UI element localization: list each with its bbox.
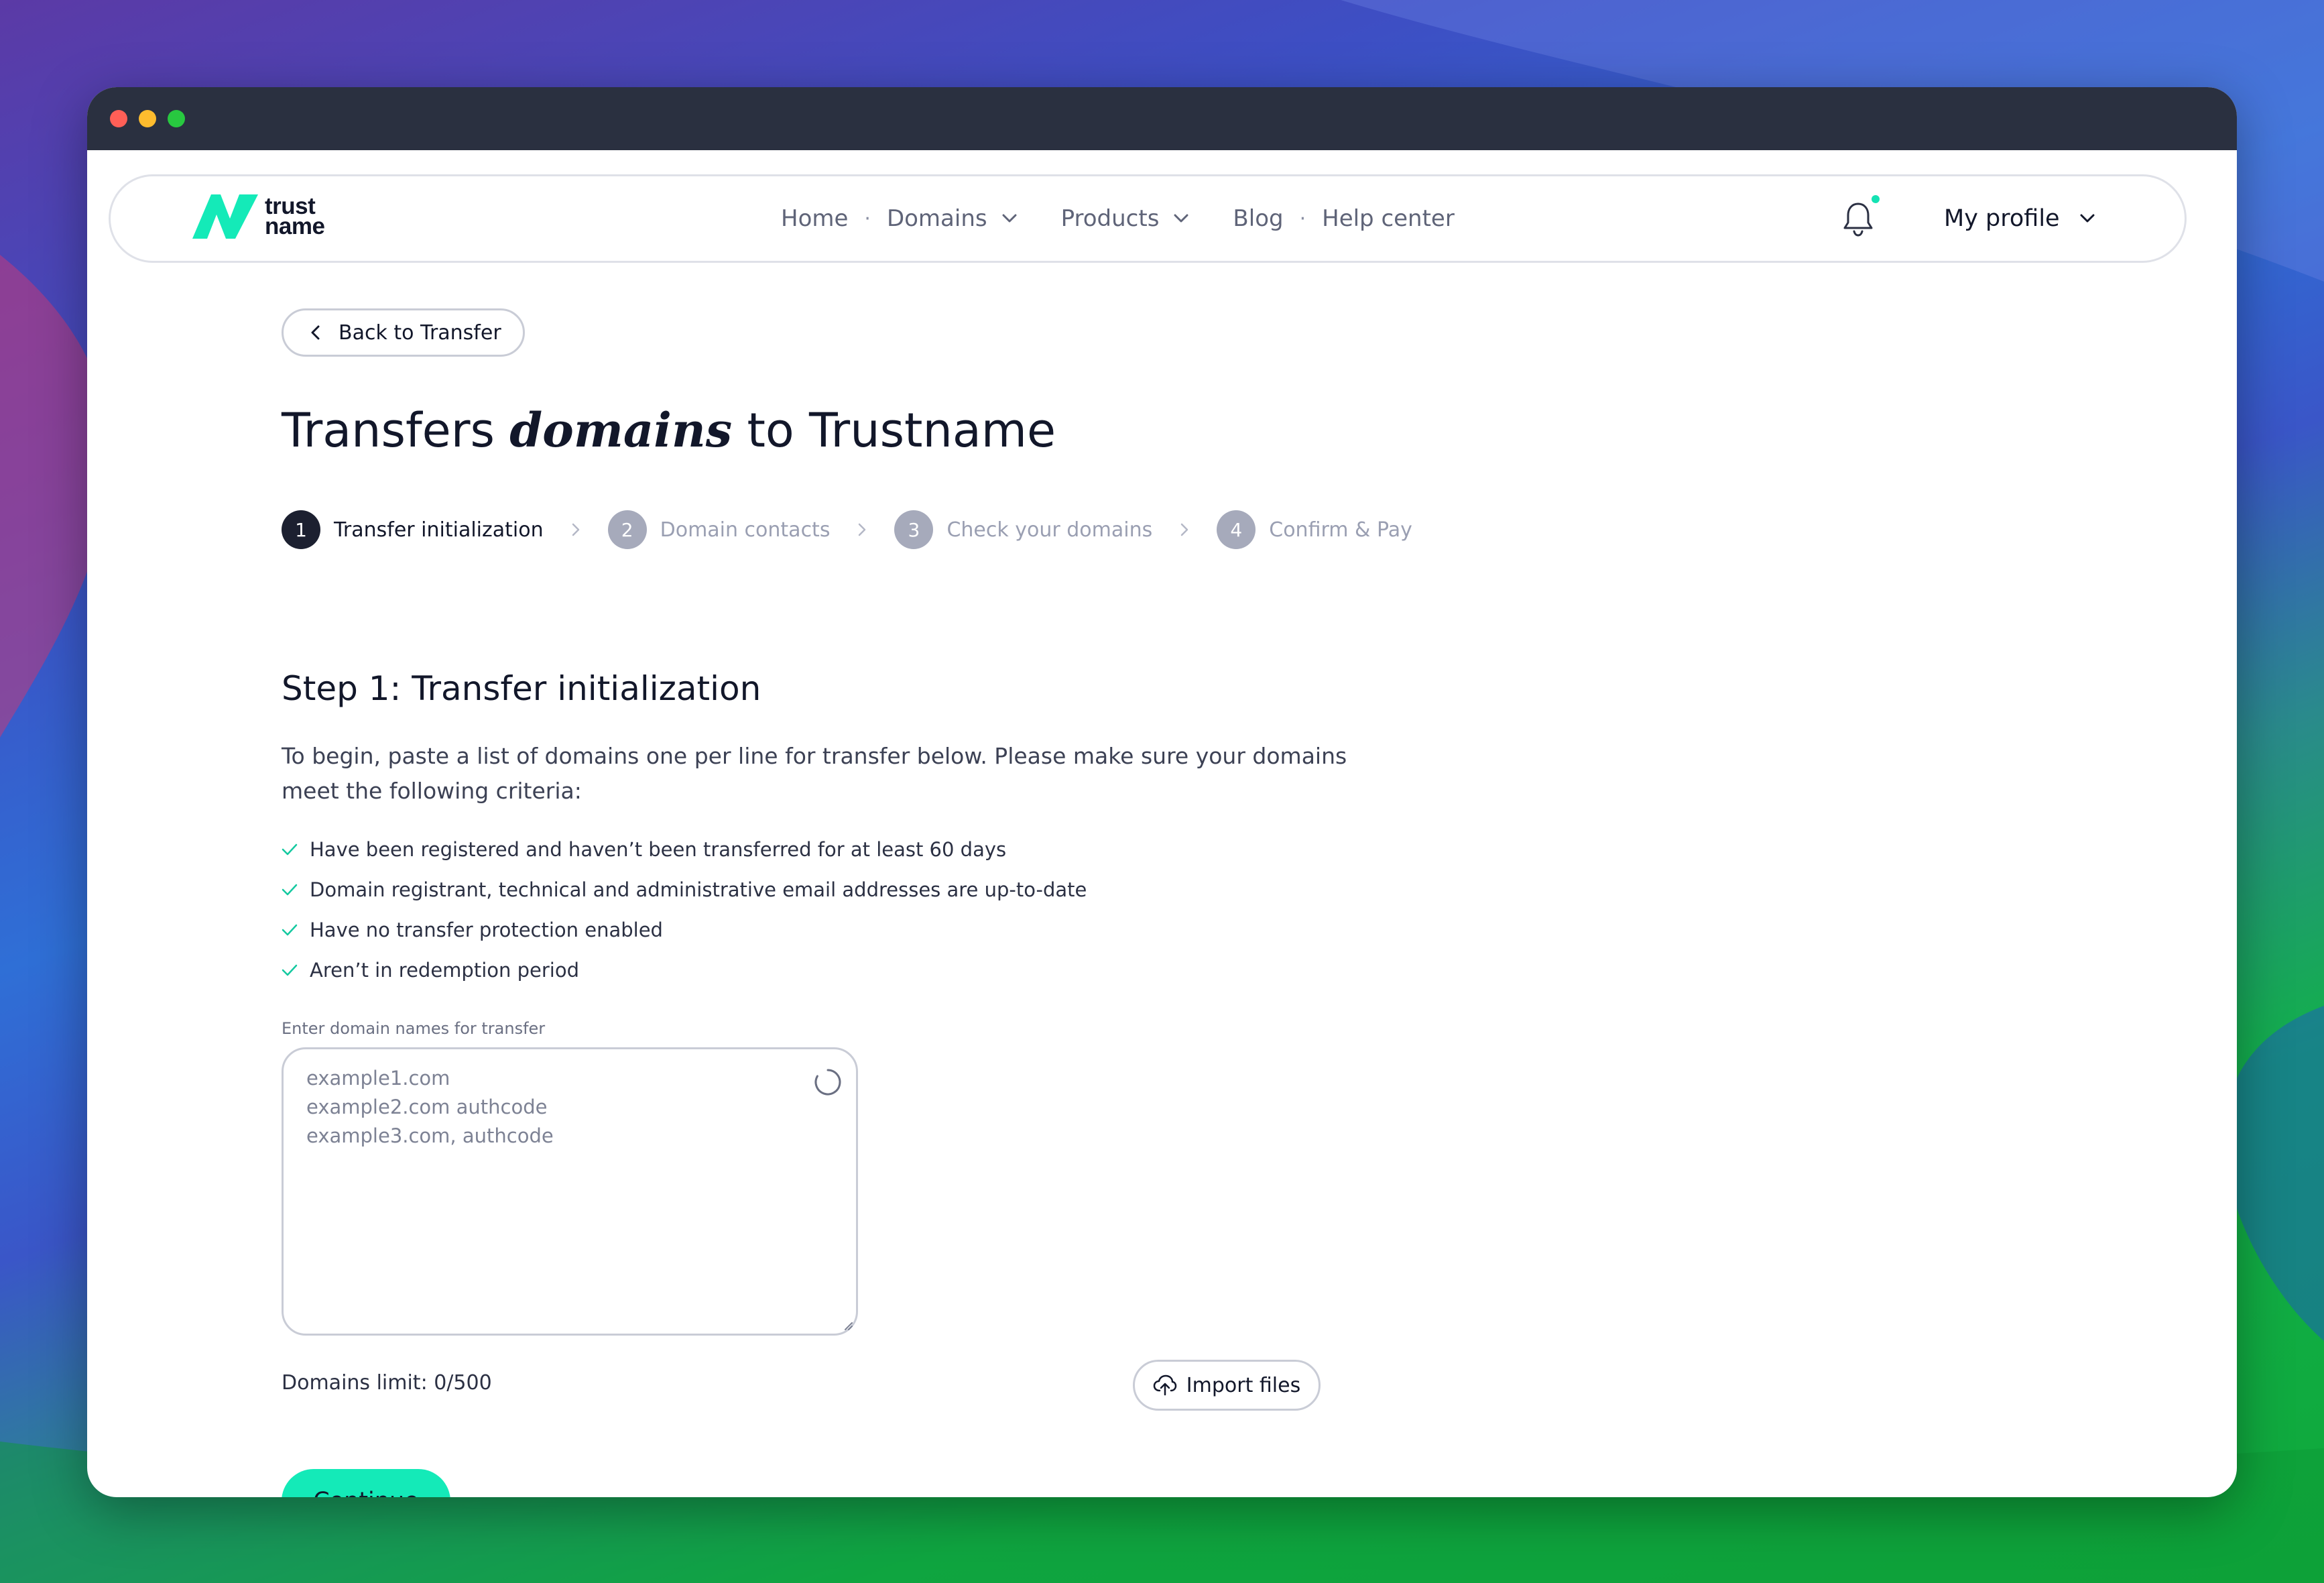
notification-indicator: [1872, 195, 1880, 203]
close-window-button[interactable]: [110, 110, 127, 127]
nav-separator: ·: [864, 207, 871, 231]
minimize-window-button[interactable]: [139, 110, 156, 127]
loading-spinner-icon: [814, 1069, 841, 1096]
step-label: Check your domains: [946, 518, 1153, 542]
nav-products[interactable]: Products: [1061, 205, 1189, 232]
nav-help-center[interactable]: Help center: [1322, 205, 1455, 232]
step-confirm-and-pay[interactable]: 4 Confirm & Pay: [1217, 510, 1412, 549]
my-profile-menu[interactable]: My profile: [1944, 176, 2095, 261]
checkmark-icon: [282, 884, 298, 896]
step-number: 1: [282, 510, 320, 549]
nav-separator: ·: [1299, 207, 1306, 231]
step-number: 4: [1217, 510, 1256, 549]
trustname-logo-mark: [192, 194, 258, 239]
import-files-button[interactable]: Import files: [1133, 1360, 1321, 1411]
domains-limit: Domains limit: 0/500: [282, 1371, 492, 1395]
resize-handle-icon[interactable]: [841, 1319, 853, 1331]
chevron-right-icon: [1181, 523, 1188, 536]
main-nav: Home · Domains Products Blog · Help cent…: [781, 176, 1455, 261]
step-label: Domain contacts: [660, 518, 831, 542]
page-title: Transfers domains to Trustname: [282, 402, 1056, 458]
step-label: Transfer initialization: [334, 518, 544, 542]
step-check-your-domains[interactable]: 3 Check your domains: [894, 510, 1152, 549]
trustname-logo[interactable]: trust name: [191, 190, 325, 243]
nav-home[interactable]: Home: [781, 205, 848, 232]
step-number: 2: [607, 510, 647, 549]
cloud-upload-icon: [1153, 1374, 1177, 1396]
maximize-window-button[interactable]: [168, 110, 185, 127]
chevron-down-icon: [2080, 214, 2095, 223]
step-domain-contacts[interactable]: 2 Domain contacts: [607, 510, 831, 549]
back-to-transfer-button[interactable]: Back to Transfer: [282, 308, 525, 357]
checkmark-icon: [282, 924, 298, 936]
top-navbar: trust name Home · Domains Products Blog …: [109, 174, 2187, 263]
checkmark-icon: [282, 843, 298, 856]
checkmark-icon: [282, 964, 298, 976]
chevron-right-icon: [859, 523, 866, 536]
logo-wordmark: trust name: [265, 193, 325, 239]
textarea-placeholder: example1.com example2.com authcode examp…: [306, 1067, 554, 1147]
nav-blog[interactable]: Blog: [1233, 205, 1283, 232]
continue-button[interactable]: Continue: [282, 1469, 450, 1497]
nav-domains[interactable]: Domains: [887, 205, 1017, 232]
notification-bell-icon[interactable]: [1838, 198, 1878, 239]
browser-window: trust name Home · Domains Products Blog …: [87, 87, 2237, 1497]
intro-text: To begin, paste a list of domains one pe…: [282, 743, 1347, 804]
window-titlebar: [87, 87, 2237, 150]
domain-input-label: Enter domain names for transfer: [282, 1019, 546, 1038]
step-number: 3: [894, 510, 934, 549]
chevron-left-icon: [311, 325, 320, 340]
step-heading: Step 1: Transfer initialization: [282, 669, 761, 708]
chevron-right-icon: [572, 523, 579, 536]
list-item: Aren’t in redemption period: [282, 950, 1087, 990]
criteria-list: Have been registered and haven’t been tr…: [282, 829, 1087, 990]
domain-names-textarea[interactable]: example1.com example2.com authcode examp…: [282, 1047, 858, 1336]
list-item: Have no transfer protection enabled: [282, 910, 1087, 950]
chevron-down-icon: [1174, 214, 1188, 223]
list-item: Domain registrant, technical and adminis…: [282, 870, 1087, 910]
step-transfer-initialization[interactable]: 1 Transfer initialization: [282, 510, 544, 549]
step-label: Confirm & Pay: [1269, 518, 1412, 542]
chevron-down-icon: [1002, 214, 1017, 223]
list-item: Have been registered and haven’t been tr…: [282, 829, 1087, 870]
transfer-stepper: 1 Transfer initialization 2 Domain conta…: [282, 510, 1412, 550]
